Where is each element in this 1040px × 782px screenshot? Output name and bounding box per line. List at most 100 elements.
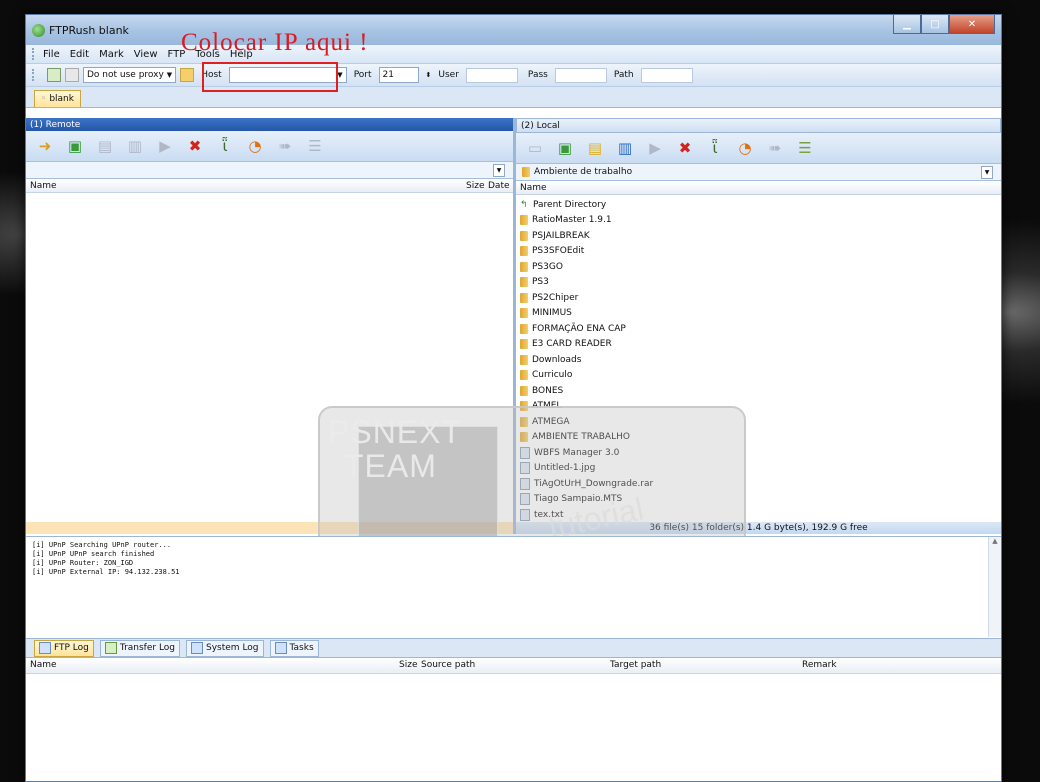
pass-label: Pass bbox=[527, 70, 548, 80]
parent-directory-icon: ↰ bbox=[520, 199, 528, 210]
drive-icon[interactable]: ▭ bbox=[526, 139, 544, 157]
remote-pane: (1) Remote ➜ ▣ ▤ ▥ ▶ ✖ ῗ ◔ ➠ ☰ ▼ Name Si… bbox=[26, 118, 516, 534]
list-item[interactable]: E3 CARD READER bbox=[520, 337, 1001, 353]
remote-col-name[interactable]: Name bbox=[30, 181, 57, 191]
list-item[interactable]: Untitled-1.jpg bbox=[520, 461, 1001, 477]
tab-ftp-log[interactable]: FTP Log bbox=[34, 639, 94, 657]
list-item[interactable]: TiAgOtUrH_Downgrade.rar bbox=[520, 476, 1001, 492]
maximize-button[interactable]: □ bbox=[921, 15, 949, 34]
transfer-icon[interactable]: ➠ bbox=[766, 139, 784, 157]
log-scrollbar[interactable]: ▲ bbox=[988, 537, 1001, 637]
menu-mark[interactable]: Mark bbox=[99, 49, 124, 60]
transfer-queue-list[interactable] bbox=[26, 674, 1001, 781]
parent-folder-icon[interactable]: ▤ bbox=[96, 137, 114, 155]
local-status-bar: 36 file(s) 15 folder(s) 1.4 G byte(s), 1… bbox=[516, 522, 1001, 534]
new-folder-icon[interactable]: ▥ bbox=[616, 139, 634, 157]
view-options-icon[interactable]: ◔ bbox=[246, 137, 264, 155]
remote-column-header: Name Size Date bbox=[26, 179, 513, 193]
tab-tasks[interactable]: Tasks bbox=[269, 639, 319, 657]
delete-icon[interactable]: ✖ bbox=[676, 139, 694, 157]
refresh-icon[interactable]: ▣ bbox=[66, 137, 84, 155]
list-item[interactable]: AMBIENTE TRABALHO bbox=[520, 430, 1001, 446]
user-input[interactable] bbox=[465, 67, 518, 83]
list-item[interactable]: ATMEL bbox=[520, 399, 1001, 415]
proxy-value: Do not use proxy bbox=[87, 70, 164, 80]
menu-file[interactable]: File bbox=[43, 49, 60, 60]
title-bar[interactable]: FTPRush blank ▁ □ ✕ bbox=[26, 15, 1001, 45]
view-options-icon[interactable]: ◔ bbox=[736, 139, 754, 157]
local-path-bar[interactable]: Ambiente de trabalho ▼ bbox=[516, 164, 1001, 181]
remote-col-size[interactable]: Size bbox=[466, 181, 484, 191]
transfer-icon[interactable]: ➠ bbox=[276, 137, 294, 155]
port-spinner-icon[interactable]: ⬍ bbox=[426, 71, 432, 79]
bookmark-icon[interactable] bbox=[180, 68, 195, 82]
log-panel[interactable]: [i] UPnP Searching UPnP router... [i] UPn… bbox=[26, 536, 1001, 637]
menu-edit[interactable]: Edit bbox=[70, 49, 89, 60]
rename-icon[interactable]: ῗ bbox=[706, 139, 724, 157]
minimize-button[interactable]: ▁ bbox=[893, 15, 921, 34]
transfer-col-remark[interactable]: Remark bbox=[802, 660, 837, 670]
list-item[interactable]: PS3GO bbox=[520, 259, 1001, 275]
rename-icon[interactable]: ῗ bbox=[216, 137, 234, 155]
transfer-col-name[interactable]: Name bbox=[30, 660, 57, 670]
ftprush-window: FTPRush blank ▁ □ ✕ File Edit Mark View … bbox=[25, 14, 1002, 782]
list-item-label: RatioMaster 1.9.1 bbox=[532, 215, 612, 226]
list-item[interactable]: Curriculo bbox=[520, 368, 1001, 384]
local-col-name[interactable]: Name bbox=[520, 183, 547, 193]
transfer-col-target[interactable]: Target path bbox=[610, 660, 661, 670]
queue-icon[interactable]: ☰ bbox=[796, 139, 814, 157]
remote-toolbar: ➜ ▣ ▤ ▥ ▶ ✖ ῗ ◔ ➠ ☰ bbox=[26, 131, 513, 162]
tab-system-log[interactable]: System Log bbox=[186, 639, 264, 657]
list-item[interactable]: BONES bbox=[520, 383, 1001, 399]
chevron-down-icon[interactable]: ▼ bbox=[493, 164, 505, 177]
close-button[interactable]: ✕ bbox=[949, 15, 995, 34]
folder-icon bbox=[520, 215, 528, 226]
list-item[interactable]: PS2Chiper bbox=[520, 290, 1001, 306]
transfer-col-source[interactable]: Source path bbox=[421, 660, 475, 670]
site-manager-icon[interactable] bbox=[65, 68, 79, 82]
play-icon[interactable]: ▶ bbox=[646, 139, 664, 157]
list-item[interactable]: PSJAILBREAK bbox=[520, 228, 1001, 244]
new-folder-icon[interactable]: ▥ bbox=[126, 137, 144, 155]
list-item-label: PS3GO bbox=[532, 261, 563, 272]
list-item[interactable]: ATMEGA bbox=[520, 414, 1001, 430]
list-item[interactable]: tex.txt bbox=[520, 507, 1001, 523]
list-item[interactable]: Downloads bbox=[520, 352, 1001, 368]
transfer-col-size[interactable]: Size bbox=[399, 660, 417, 670]
folder-icon bbox=[520, 432, 528, 443]
path-input[interactable] bbox=[640, 67, 693, 83]
delete-icon[interactable]: ✖ bbox=[186, 137, 204, 155]
connect-icon[interactable]: ➜ bbox=[36, 137, 54, 155]
tab-transfer-log[interactable]: Transfer Log bbox=[99, 639, 181, 657]
parent-folder-icon[interactable]: ▤ bbox=[586, 139, 604, 157]
pass-input[interactable] bbox=[554, 67, 607, 83]
port-input[interactable]: 21 bbox=[378, 67, 419, 83]
queue-icon[interactable]: ☰ bbox=[306, 137, 324, 155]
file-icon bbox=[520, 508, 530, 521]
folder-icon bbox=[520, 261, 528, 272]
list-item-label: ATMEL bbox=[532, 401, 562, 412]
menu-view[interactable]: View bbox=[134, 49, 158, 60]
list-item[interactable]: FORMAÇÃO ENA CAP bbox=[520, 321, 1001, 337]
remote-pane-header[interactable]: (1) Remote bbox=[26, 118, 513, 131]
chevron-down-icon: ▼ bbox=[337, 71, 343, 79]
list-item-label: PS3SFOEdit bbox=[532, 246, 585, 257]
list-item[interactable]: RatioMaster 1.9.1 bbox=[520, 213, 1001, 229]
list-item[interactable]: WBFS Manager 3.0 bbox=[520, 445, 1001, 461]
tab-blank[interactable]: ◦ blank bbox=[34, 90, 81, 107]
tab-icon: ◦ bbox=[41, 94, 47, 104]
local-pane-header[interactable]: (2) Local bbox=[516, 118, 1001, 133]
quick-connect-icon[interactable] bbox=[47, 68, 61, 82]
list-item[interactable]: ↰ Parent Directory bbox=[520, 197, 1001, 213]
remote-path-bar[interactable]: ▼ bbox=[26, 162, 513, 179]
play-icon[interactable]: ▶ bbox=[156, 137, 174, 155]
list-item[interactable]: Tiago Sampaio.MTS bbox=[520, 492, 1001, 508]
chevron-down-icon[interactable]: ▼ bbox=[981, 166, 993, 179]
proxy-select[interactable]: Do not use proxy ▼ bbox=[83, 67, 177, 83]
list-item[interactable]: PS3SFOEdit bbox=[520, 244, 1001, 260]
refresh-icon[interactable]: ▣ bbox=[556, 139, 574, 157]
list-item[interactable]: PS3 bbox=[520, 275, 1001, 291]
list-item-label: FORMAÇÃO ENA CAP bbox=[532, 323, 626, 334]
remote-col-date[interactable]: Date bbox=[488, 181, 510, 191]
list-item[interactable]: MINIMUS bbox=[520, 306, 1001, 322]
